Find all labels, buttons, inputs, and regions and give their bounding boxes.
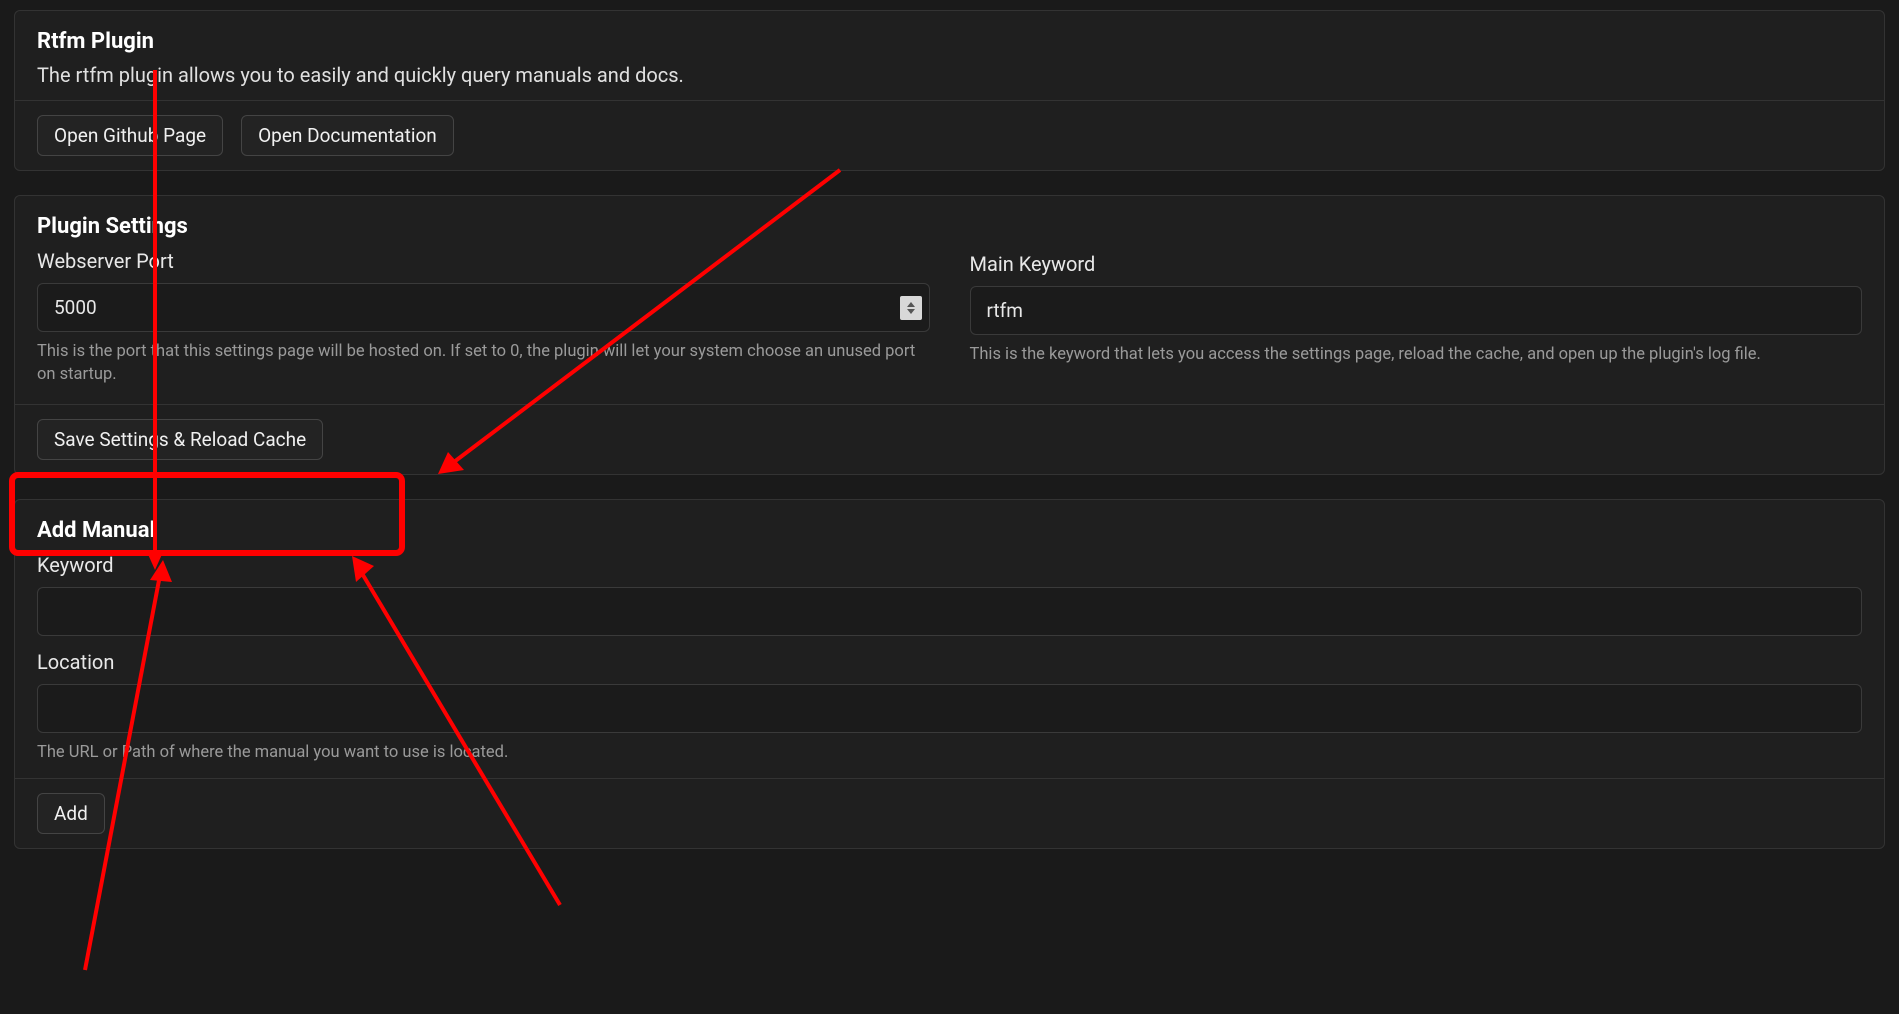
open-github-button[interactable]: Open Github Page xyxy=(37,115,223,156)
open-documentation-button[interactable]: Open Documentation xyxy=(241,115,454,156)
plugin-settings-panel: Plugin Settings Webserver Port This is t… xyxy=(14,195,1885,475)
plugin-title: Rtfm Plugin xyxy=(37,29,1862,54)
manual-location-input[interactable] xyxy=(37,684,1862,733)
settings-left-column: Plugin Settings Webserver Port This is t… xyxy=(37,214,930,386)
number-spinner-icon[interactable] xyxy=(900,296,922,320)
plugin-info-panel: Rtfm Plugin The rtfm plugin allows you t… xyxy=(14,10,1885,171)
main-keyword-input[interactable] xyxy=(970,286,1863,335)
settings-right-column: Main Keyword This is the keyword that le… xyxy=(970,214,1863,386)
manual-keyword-input[interactable] xyxy=(37,587,1862,636)
add-manual-title: Add Manual xyxy=(37,518,1862,543)
manual-location-label: Location xyxy=(37,650,1862,674)
main-keyword-label: Main Keyword xyxy=(970,252,1863,276)
webserver-port-label: Webserver Port xyxy=(37,249,930,273)
webserver-port-help: This is the port that this settings page… xyxy=(37,340,930,386)
manual-location-help: The URL or Path of where the manual you … xyxy=(37,741,1862,764)
manual-keyword-label: Keyword xyxy=(37,553,1862,577)
main-keyword-help: This is the keyword that lets you access… xyxy=(970,343,1863,366)
plugin-description: The rtfm plugin allows you to easily and… xyxy=(37,60,1862,90)
save-settings-button[interactable]: Save Settings & Reload Cache xyxy=(37,419,323,460)
add-manual-button[interactable]: Add xyxy=(37,793,105,834)
add-manual-panel: Add Manual Keyword Location The URL or P… xyxy=(14,499,1885,849)
settings-title: Plugin Settings xyxy=(37,214,930,239)
webserver-port-input[interactable] xyxy=(37,283,930,332)
